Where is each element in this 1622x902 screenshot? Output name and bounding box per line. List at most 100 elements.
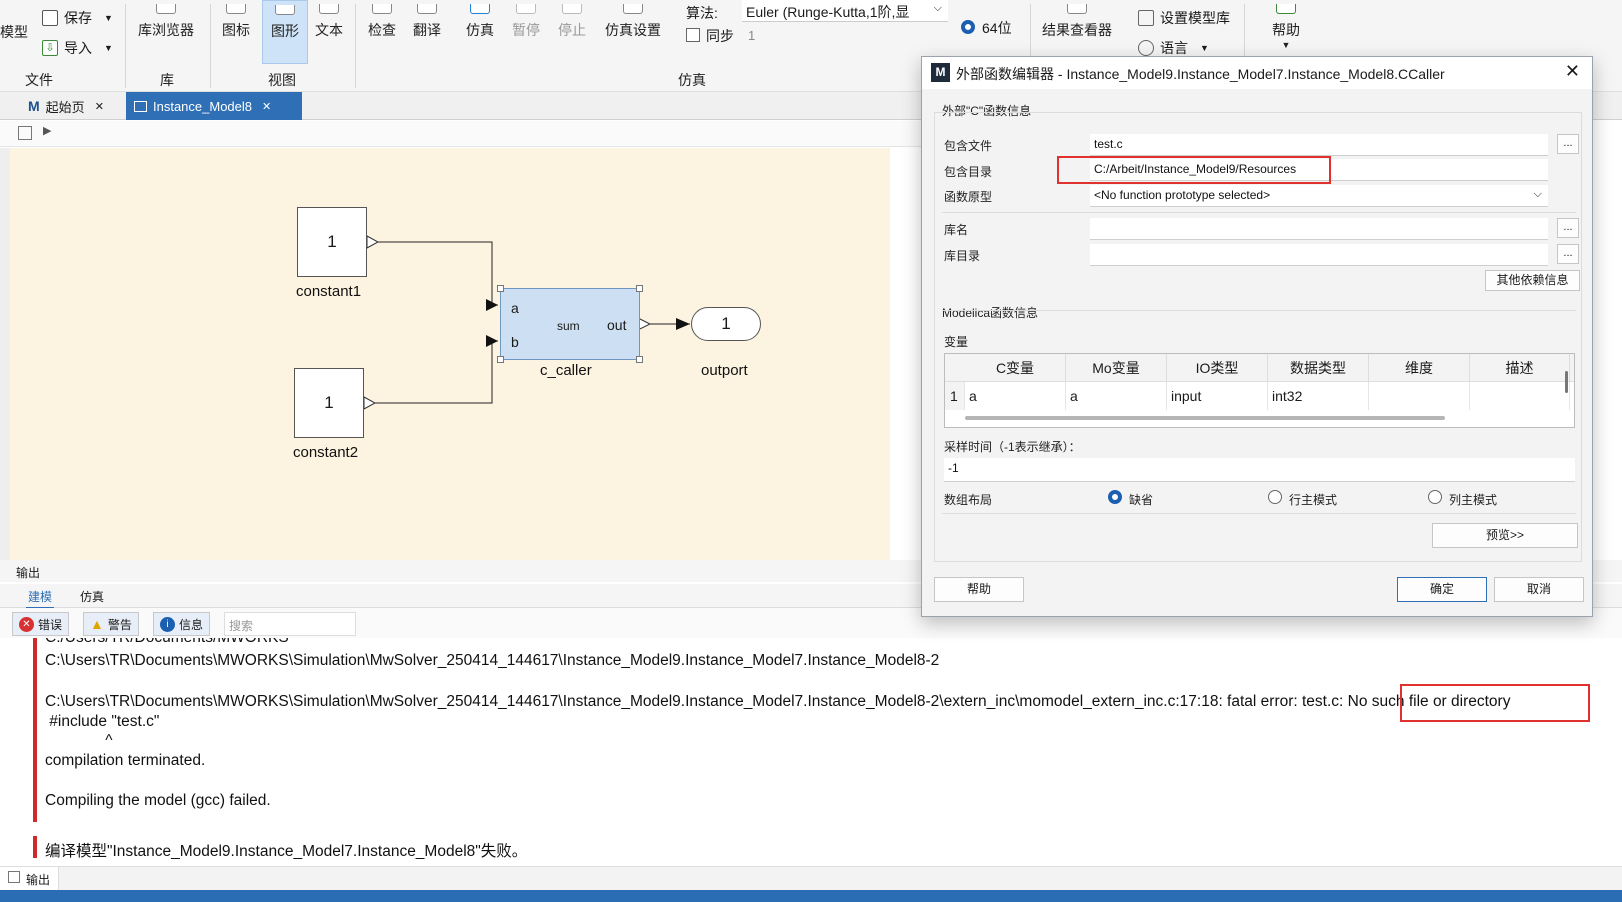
bottom-tab-bar: 输出 (0, 866, 1622, 891)
close-icon[interactable]: ✕ (95, 100, 104, 113)
lib-dir-browse-button[interactable]: ... (1557, 244, 1579, 264)
model-button[interactable]: 模型 (0, 22, 28, 42)
dialog-title: 外部函数编辑器 - Instance_Model9.Instance_Model… (956, 66, 1445, 82)
tab-modeling[interactable]: 建模 (26, 588, 55, 609)
simulate-label: 仿真 (466, 22, 494, 38)
sync-label: 同步 (706, 28, 734, 44)
lib-name-browse-button[interactable]: ... (1557, 218, 1579, 238)
diagram-canvas[interactable]: 1 constant1 1 constant2 a b out sum c_ca… (10, 148, 890, 560)
bits-radio[interactable] (961, 20, 975, 34)
tab-instance-model8[interactable]: Instance_Model8 ✕ (126, 92, 302, 120)
table-header: 维度 (1369, 354, 1470, 382)
table-header: 描述 (1470, 354, 1570, 382)
include-dir-label: 包含目录 (944, 165, 993, 179)
translate-button[interactable]: 翻译 (413, 4, 441, 40)
other-deps-button[interactable]: 其他依赖信息 (1485, 270, 1580, 291)
chevron-down-icon: ▼ (104, 13, 113, 23)
error-filter-button[interactable]: ✕ 错误 (12, 612, 70, 636)
ok-button[interactable]: 确定 (1397, 577, 1487, 602)
constant2-block[interactable]: 1 (294, 368, 364, 438)
tab-simulation[interactable]: 仿真 (80, 588, 104, 605)
simulate-button[interactable]: 仿真 (466, 4, 494, 40)
output-bottom-tab-label: 输出 (26, 873, 51, 887)
close-icon[interactable]: ✕ (1565, 61, 1580, 82)
error-filter-label: 错误 (38, 617, 63, 632)
help-button[interactable]: 帮助 ▼ (1272, 4, 1300, 50)
chevron-right-icon[interactable]: ▶ (43, 124, 51, 137)
image-icon[interactable] (18, 126, 32, 140)
language-button[interactable]: 语言 ▼ (1138, 38, 1209, 58)
cancel-button[interactable]: 取消 (1494, 577, 1584, 602)
library-browser-button[interactable]: 库浏览器 (138, 4, 194, 40)
diagram-icon (275, 5, 295, 15)
sync-checkbox[interactable] (686, 28, 700, 42)
help-button[interactable]: 帮助 (934, 577, 1024, 602)
c-caller-block[interactable]: a b out sum (497, 285, 643, 363)
diagram-view-button[interactable]: 图形 (262, 0, 308, 64)
icon-view-button[interactable]: 图标 (222, 4, 250, 40)
outport-block[interactable]: 1 (691, 307, 761, 341)
output-icon (8, 871, 20, 883)
save-icon (42, 10, 58, 26)
text-view-label: 文本 (315, 22, 343, 38)
diagram-view-label: 图形 (271, 23, 299, 39)
algorithm-select[interactable]: Euler (Runge-Kutta,1阶,显 ⌵ (742, 0, 948, 22)
check-label: 检查 (368, 22, 396, 38)
prototype-select[interactable]: <No function prototype selected> ⌵ (1090, 185, 1548, 207)
help-label: 帮助 (1272, 22, 1300, 38)
lib-name-input[interactable] (1090, 218, 1548, 240)
warning-icon: ▲ (90, 616, 104, 632)
include-file-browse-button[interactable]: ... (1557, 134, 1579, 154)
text-view-button[interactable]: 文本 (315, 4, 343, 40)
preview-button[interactable]: 预览>> (1432, 523, 1578, 548)
set-model-lib-button[interactable]: 设置模型库 (1138, 8, 1230, 28)
info-filter-button[interactable]: i 信息 (153, 612, 211, 636)
layout-row-major-label: 行主模式 (1289, 493, 1338, 507)
include-file-input[interactable]: test.c (1090, 134, 1548, 156)
result-viewer-button[interactable]: 结果查看器 (1042, 4, 1112, 40)
layout-row-major-radio[interactable] (1268, 490, 1282, 504)
tab-label: 起始页 (45, 99, 85, 115)
translate-label: 翻译 (413, 22, 441, 38)
include-dir-highlight-box (1057, 156, 1331, 184)
save-label: 保存 (64, 10, 92, 26)
cell-data-type[interactable]: int32 (1268, 382, 1369, 410)
sim-settings-button[interactable]: 仿真设置 (605, 4, 661, 40)
chevron-down-icon: ▼ (1281, 40, 1291, 50)
outport-label: outport (701, 362, 748, 379)
log-line: #include "test.c" (45, 713, 160, 730)
sync-value[interactable]: 1 (748, 28, 755, 43)
output-search-input[interactable]: 搜索 (224, 612, 356, 636)
icon-view-label: 图标 (222, 22, 250, 38)
cell-c-var[interactable]: a (965, 382, 1066, 410)
log-line: C:\Users\TR\Documents\MWORKS\Simulation\… (45, 693, 1511, 710)
cell-io-type[interactable]: input (1167, 382, 1268, 410)
cell-mo-var[interactable]: a (1066, 382, 1167, 410)
constant1-block[interactable]: 1 (297, 207, 367, 277)
output-bottom-tab[interactable]: 输出 (0, 867, 60, 891)
pause-button[interactable]: 暂停 (512, 4, 540, 40)
tab-start-page[interactable]: M 起始页 ✕ (20, 92, 112, 120)
language-label: 语言 (1160, 40, 1188, 56)
stop-button[interactable]: 停止 (558, 4, 586, 40)
constant2-label: constant2 (293, 444, 359, 461)
sample-time-input[interactable]: -1 (944, 458, 1575, 482)
outport-value: 1 (721, 314, 731, 333)
algorithm-label: 算法: (686, 5, 718, 21)
cell-dim[interactable] (1369, 382, 1470, 410)
save-button[interactable]: 保存 ▼ (42, 8, 113, 28)
table-vertical-scrollbar[interactable] (1565, 371, 1568, 393)
check-button[interactable]: 检查 (368, 4, 396, 40)
info-icon: i (160, 616, 175, 632)
layout-default-radio[interactable] (1108, 490, 1122, 504)
table-horizontal-scrollbar[interactable] (965, 416, 1445, 420)
cell-desc[interactable] (1470, 382, 1570, 410)
import-button[interactable]: ⇩ 导入 ▼ (42, 38, 113, 58)
warning-filter-button[interactable]: ▲ 警告 (83, 612, 139, 636)
library-icon (156, 4, 176, 14)
error-marker-bar (33, 836, 37, 858)
mworks-logo-icon: M (28, 98, 40, 114)
lib-dir-input[interactable] (1090, 244, 1548, 266)
close-icon[interactable]: ✕ (262, 100, 271, 113)
layout-col-major-radio[interactable] (1428, 490, 1442, 504)
